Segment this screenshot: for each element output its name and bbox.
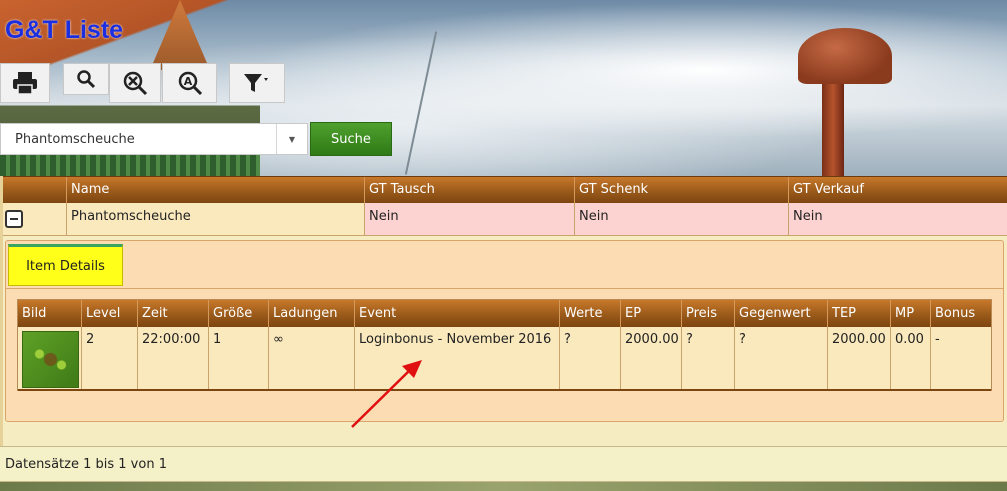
advanced-search-icon: A [177,70,203,96]
chevron-down-icon[interactable]: ▼ [276,124,307,154]
cell-ep: 2000.00 [620,327,681,390]
grid-left-border [0,176,3,446]
cell-mp: 0.00 [890,327,930,390]
cell-bild [18,327,81,390]
advanced-search-button[interactable]: A [162,63,217,103]
column-header-name[interactable]: Name [66,177,364,203]
bottom-background-strip [0,482,1007,491]
annotation-arrow-icon [351,360,422,428]
cell-werte: ? [559,327,620,390]
cell-zeit: 22:00:00 [137,327,208,390]
cell-tep: 2000.00 [827,327,890,390]
tab-strip: Item Details [6,241,1003,289]
item-image [22,331,79,388]
records-status: Datensätze 1 bis 1 von 1 [0,446,1007,482]
search-icon [76,69,96,89]
column-header-gt-verkauf[interactable]: GT Verkauf [788,177,1007,203]
cell-name: Phantomscheuche [66,203,364,236]
column-header-bonus: Bonus [930,300,991,327]
details-row: 2 22:00:00 1 ∞ Loginbonus - November 201… [18,327,991,391]
grid-header: Name GT Tausch GT Schenk GT Verkauf [0,176,1007,203]
item-details-panel: Item Details Bild Level Zeit Größe Ladun… [5,240,1004,422]
column-header-zeit: Zeit [137,300,208,327]
column-header-bild: Bild [22,306,47,321]
column-header-tep: TEP [827,300,890,327]
search-button[interactable] [63,63,109,95]
column-header-mp: MP [890,300,930,327]
cell-gt-tausch: Nein [364,203,574,236]
column-header-ladungen: Ladungen [268,300,354,327]
search-select[interactable]: ▼ [0,123,308,155]
column-header-level: Level [81,300,137,327]
details-grid: Bild Level Zeit Größe Ladungen Event Wer… [17,299,992,391]
cell-preis: ? [681,327,734,390]
search-input[interactable] [13,131,267,148]
cell-groesse: 1 [208,327,268,390]
table-row[interactable]: Phantomscheuche Nein Nein Nein [0,203,1007,236]
page-title: G&T Liste [5,16,124,44]
cell-gegenwert: ? [734,327,827,390]
cell-gt-verkauf: Nein [788,203,1007,236]
column-header-ep: EP [620,300,681,327]
search-submit-button[interactable]: Suche [310,122,392,156]
column-header-gegenwert: Gegenwert [734,300,827,327]
filter-icon [242,72,272,94]
printer-icon [12,71,38,95]
column-header-gt-tausch[interactable]: GT Tausch [364,177,574,203]
collapse-icon[interactable] [5,210,23,228]
column-header-event: Event [354,300,559,327]
details-grid-header: Bild Level Zeit Größe Ladungen Event Wer… [18,300,991,327]
cell-bonus: - [930,327,991,390]
column-header-werte: Werte [559,300,620,327]
post-cap-scenery [798,28,892,84]
clear-search-button[interactable] [109,63,161,103]
cell-gt-schenk: Nein [574,203,788,236]
svg-text:A: A [183,75,192,88]
column-header-gt-schenk[interactable]: GT Schenk [574,177,788,203]
print-button[interactable] [0,63,50,103]
column-header-expand [0,177,66,203]
filter-button[interactable] [229,63,285,103]
antenna-scenery [404,31,438,175]
column-header-preis: Preis [681,300,734,327]
clear-search-icon [122,70,148,96]
expand-cell [0,203,66,236]
tab-item-details[interactable]: Item Details [8,244,123,286]
cell-level: 2 [81,327,137,390]
column-header-groesse: Größe [208,300,268,327]
